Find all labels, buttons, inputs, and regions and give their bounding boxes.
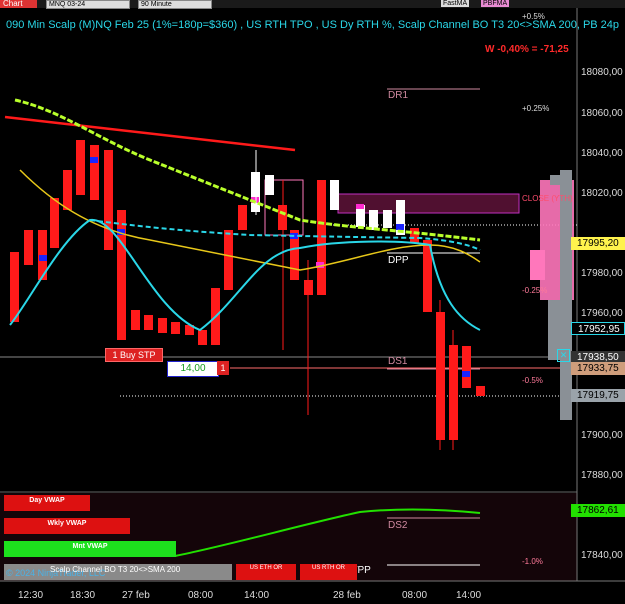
price-tag-tan: 17933,75 xyxy=(571,362,625,375)
price-chart-canvas[interactable] xyxy=(0,0,625,604)
time-axis-label: 12:30 xyxy=(18,590,44,601)
order-qty-field[interactable]: 14,00 xyxy=(167,361,219,377)
pct-label-p025: +0.25% xyxy=(522,104,550,113)
price-axis-label: 17880,00 xyxy=(581,470,623,481)
time-axis-label: 28 feb xyxy=(333,590,361,601)
pct-label-m025: -0.25% xyxy=(522,286,548,295)
price-axis-label: 18080,00 xyxy=(581,67,623,78)
scalp-channel-label: Scalp Channel BO T3 20<>SMA 200 xyxy=(50,565,181,574)
ma-cyan xyxy=(9,218,481,332)
us-rth-or-box: US RTH OR xyxy=(300,564,357,580)
us-eth-or-box: US ETH OR xyxy=(236,564,296,580)
candles xyxy=(10,140,485,440)
price-tag-yellow: 17995,20 xyxy=(571,237,625,250)
time-axis-label: 14:00 xyxy=(456,590,482,601)
level-ds2: DS2 xyxy=(388,520,408,531)
time-axis-label: 08:00 xyxy=(188,590,214,601)
close-order-icon[interactable]: ✕ xyxy=(557,349,570,362)
price-axis-label: 17900,00 xyxy=(581,430,623,441)
mnt-vwap-label: Mnt VWAP xyxy=(4,541,176,557)
pct-label-m05: -0.5% xyxy=(522,376,543,385)
time-axis-label: 27 feb xyxy=(122,590,150,601)
price-tag-gray: 17919,75 xyxy=(571,389,625,402)
day-vwap-label: Day VWAP xyxy=(4,495,90,511)
wkly-vwap-label: Wkly VWAP xyxy=(4,518,130,534)
level-dr1: DR1 xyxy=(388,90,409,101)
price-axis-label: 17980,00 xyxy=(581,268,623,279)
pct-label-close: CLOSE (YTH) xyxy=(522,194,573,203)
pct-label-m10: -1.0% xyxy=(522,557,543,566)
price-axis-label: 18020,00 xyxy=(581,188,623,199)
price-axis-label: 18040,00 xyxy=(581,148,623,159)
price-axis-label: 18060,00 xyxy=(581,108,623,119)
price-axis-label: 17960,00 xyxy=(581,308,623,319)
trend-line xyxy=(4,115,296,152)
time-axis-label: 14:00 xyxy=(244,590,270,601)
order-count-badge[interactable]: 1 xyxy=(217,361,229,375)
level-ds1: DS1 xyxy=(388,356,408,367)
time-axis-label: 18:30 xyxy=(70,590,96,601)
buy-stop-order-button[interactable]: 1 Buy STP xyxy=(105,348,163,362)
close-box xyxy=(337,193,520,214)
time-axis-label: 08:00 xyxy=(402,590,428,601)
price-tag-green: 17862,61 xyxy=(571,504,625,517)
level-dpp: DPP xyxy=(388,255,409,266)
price-axis-label: 17840,00 xyxy=(581,550,623,561)
price-tag-cyan: 17952,95 xyxy=(571,322,625,335)
